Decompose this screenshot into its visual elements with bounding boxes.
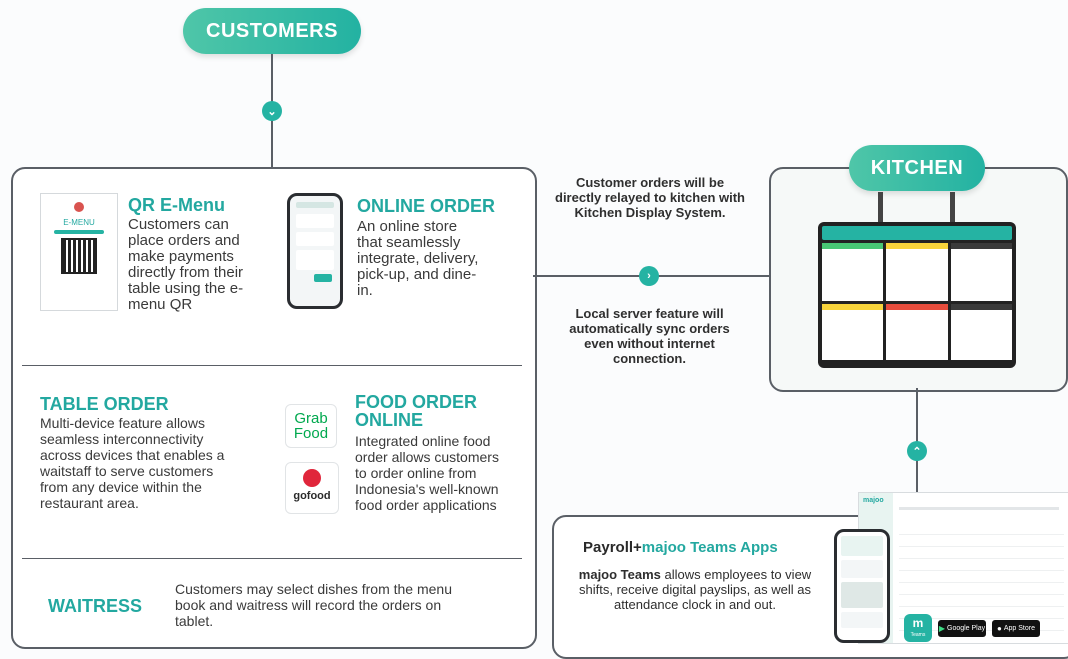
relay-text: Customer orders will be directly relayed… bbox=[555, 175, 745, 220]
monitor-stand-left bbox=[878, 192, 883, 224]
chevron-up-icon: ⌃ bbox=[907, 441, 927, 461]
google-play-icon: ▶ bbox=[938, 624, 945, 633]
waitress-desc: Customers may select dishes from the men… bbox=[175, 581, 452, 629]
emenu-card-label: E-MENU bbox=[63, 218, 95, 227]
google-play-label: Google Play bbox=[947, 625, 986, 632]
grab-line2: Food bbox=[293, 425, 329, 442]
apple-icon: ● bbox=[997, 624, 1002, 633]
kitchen-display-image bbox=[818, 222, 1016, 368]
app-store-button[interactable]: ● App Store bbox=[992, 620, 1040, 637]
qr-emenu-title: QR E-Menu bbox=[128, 195, 225, 215]
divider bbox=[22, 558, 522, 559]
waitress-title: WAITRESS bbox=[48, 596, 143, 616]
customers-pill: CUSTOMERS bbox=[183, 8, 361, 54]
payroll-desc: majoo Teams allows employees to view shi… bbox=[575, 567, 815, 612]
food-order-desc: Integrated online food order allows cust… bbox=[355, 433, 499, 513]
table-order-desc: Multi-device feature allows seamless int… bbox=[40, 415, 225, 511]
online-order-desc: An online store that seamlessly integrat… bbox=[357, 218, 479, 299]
table-order-title: TABLE ORDER bbox=[40, 394, 169, 414]
local-server-text: Local server feature will automatically … bbox=[569, 306, 730, 366]
emenu-card-image: E-MENU bbox=[40, 193, 118, 311]
monitor-stand-right bbox=[950, 192, 955, 224]
food-order-title-2: ONLINE bbox=[355, 410, 424, 430]
grab-line1: Grab bbox=[294, 410, 328, 427]
food-order-title-1: FOOD ORDER bbox=[355, 392, 478, 412]
google-play-button[interactable]: ▶ Google Play bbox=[938, 620, 986, 637]
teams-app-icon: m Teams bbox=[904, 614, 932, 642]
gofood-icon bbox=[303, 469, 321, 487]
kitchen-pill: KITCHEN bbox=[849, 145, 985, 191]
grabfood-logo: Grab Food bbox=[285, 404, 337, 448]
app-store-label: App Store bbox=[1003, 625, 1035, 632]
qr-emenu-desc: Customers can place orders and make paym… bbox=[128, 216, 244, 313]
payroll-desc-bold: majoo Teams bbox=[578, 567, 661, 582]
teams-icon-label: Teams bbox=[910, 632, 926, 638]
chevron-right-icon: › bbox=[639, 266, 659, 286]
payroll-title-part2: majoo Teams Apps bbox=[641, 539, 778, 556]
gofood-label: gofood bbox=[293, 490, 331, 502]
online-order-phone-image bbox=[287, 193, 343, 309]
online-order-title: ONLINE ORDER bbox=[357, 196, 496, 216]
dashboard-brand: majoo bbox=[863, 497, 884, 504]
payroll-title-part1: Payroll+ bbox=[583, 539, 642, 556]
qr-code-icon bbox=[61, 238, 97, 274]
teams-phone-image bbox=[834, 529, 890, 643]
divider bbox=[22, 365, 522, 366]
payroll-title: Payroll+majoo Teams Apps bbox=[583, 539, 778, 556]
gofood-logo: gofood bbox=[285, 462, 339, 514]
chevron-down-icon: ⌄ bbox=[262, 101, 282, 121]
